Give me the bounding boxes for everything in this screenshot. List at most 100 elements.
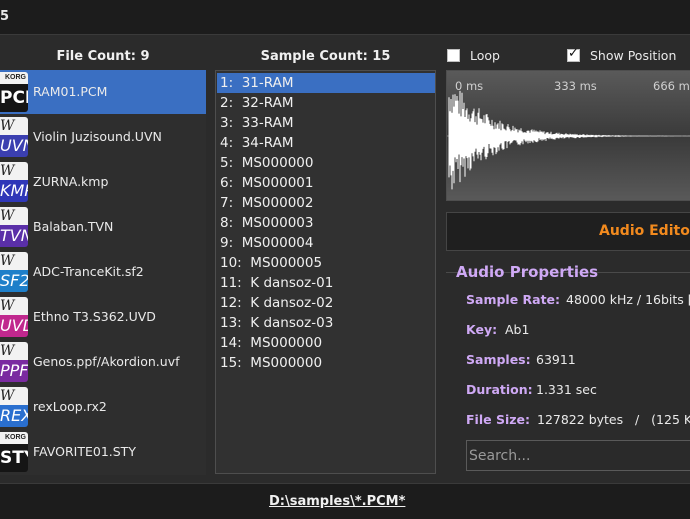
sample-list-item[interactable]: 10: MS000005 bbox=[217, 253, 435, 273]
file-icon-brand: W bbox=[0, 252, 28, 270]
file-name-label: Ethno T3.S362.UVD bbox=[33, 309, 156, 324]
window-title: 5 bbox=[0, 9, 10, 24]
file-name-label: ZURNA.kmp bbox=[33, 174, 109, 189]
file-icon-extension: STY bbox=[0, 444, 28, 472]
sample-list-item[interactable]: 12: K dansoz-02 bbox=[217, 293, 435, 313]
waveform-display[interactable]: 0 ms 333 ms 666 m bbox=[446, 70, 690, 201]
file-type-icon: KORGSTY bbox=[0, 432, 28, 472]
sample-label: 14: MS000000 bbox=[220, 335, 323, 351]
sample-list-item[interactable]: 5: MS000000 bbox=[217, 153, 435, 173]
sample-label: 7: MS000002 bbox=[220, 195, 314, 211]
file-type-icon: W PPF bbox=[0, 342, 28, 382]
file-icon-brand: W bbox=[0, 297, 28, 315]
file-list-item[interactable]: WKMP ZURNA.kmp bbox=[0, 160, 206, 204]
sample-list-item[interactable]: 4: 34-RAM bbox=[217, 133, 435, 153]
sample-label: 10: MS000005 bbox=[220, 255, 323, 271]
file-list-item[interactable]: WTVN Balaban.TVN bbox=[0, 205, 206, 249]
file-list-item[interactable]: W SF2 ADC-TranceKit.sf2 bbox=[0, 250, 206, 294]
file-icon-brand: W bbox=[0, 387, 28, 405]
file-name-label: rexLoop.rx2 bbox=[33, 399, 107, 414]
file-list-item[interactable]: WUVN Violin Juzisound.UVN bbox=[0, 115, 206, 159]
file-name-label: Genos.ppf/Akordion.uvf bbox=[33, 354, 180, 369]
sample-label: 13: K dansoz-03 bbox=[220, 315, 334, 331]
sample-list-item[interactable]: 14: MS000000 bbox=[217, 333, 435, 353]
file-icon-brand: W bbox=[0, 207, 28, 225]
sample-list-item[interactable]: 11: K dansoz-01 bbox=[217, 273, 435, 293]
file-icon-brand: KORG bbox=[0, 72, 28, 84]
status-bar: D:\samples\*.PCM* bbox=[0, 483, 690, 519]
sample-list-item[interactable]: 13: K dansoz-03 bbox=[217, 313, 435, 333]
sample-list-item[interactable]: 2: 32-RAM bbox=[217, 93, 435, 113]
file-type-icon: W SF2 bbox=[0, 252, 28, 292]
sample-label: 15: MS000000 bbox=[220, 355, 323, 371]
key-label: Key: bbox=[466, 322, 498, 337]
file-name-label: ADC-TranceKit.sf2 bbox=[33, 264, 144, 279]
file-icon-extension: SF2 bbox=[0, 270, 28, 292]
sample-label: 3: 33-RAM bbox=[220, 115, 294, 131]
file-icon-extension: REX bbox=[0, 405, 28, 427]
sample-count-header: Sample Count: 15 bbox=[260, 49, 391, 64]
file-icon-brand: W bbox=[0, 162, 28, 180]
samples-label: Samples: bbox=[466, 352, 531, 367]
sample-label: 8: MS000003 bbox=[220, 215, 314, 231]
show-position-checkbox[interactable] bbox=[567, 46, 580, 62]
key-value: Ab1 bbox=[505, 322, 530, 337]
audio-editor-label: Audio Edito bbox=[599, 223, 690, 239]
show-position-label[interactable]: Show Position bbox=[590, 49, 676, 63]
sample-list-item[interactable]: 6: MS000001 bbox=[217, 173, 435, 193]
file-type-icon: WTVN bbox=[0, 207, 28, 247]
sample-label: 11: K dansoz-01 bbox=[220, 275, 334, 291]
waveform-tick-label: 0 ms bbox=[455, 79, 484, 93]
file-type-icon: KORGPCM bbox=[0, 72, 28, 112]
file-icon-extension: UVN bbox=[0, 135, 28, 157]
sample-rate-label: Sample Rate: bbox=[466, 292, 561, 307]
file-name-label: RAM01.PCM bbox=[33, 84, 108, 99]
file-count-header: File Count: 9 bbox=[56, 49, 150, 64]
file-icon-extension: PPF bbox=[0, 360, 28, 382]
file-name-label: Balaban.TVN bbox=[33, 219, 114, 234]
file-type-icon: WKMP bbox=[0, 162, 28, 202]
file-list-item[interactable]: KORGPCM RAM01.PCM bbox=[0, 70, 206, 114]
folder-path-link[interactable]: D:\samples\*.PCM* bbox=[269, 494, 405, 509]
search-input[interactable] bbox=[466, 440, 690, 471]
file-list[interactable]: KORGPCMRAM01.PCMWUVNViolin Juzisound.UVN… bbox=[0, 70, 206, 475]
file-name-label: FAVORITE01.STY bbox=[33, 444, 136, 459]
sample-list[interactable]: 1: 31-RAM 2: 32-RAM 3: 33-RAM 4: 34-RAM 5: M… bbox=[215, 70, 436, 474]
file-icon-brand: W bbox=[0, 342, 28, 360]
sample-label: 2: 32-RAM bbox=[220, 95, 294, 111]
audio-properties-title: Audio Properties bbox=[456, 263, 599, 281]
duration-label: Duration: bbox=[466, 382, 533, 397]
audio-editor-button[interactable]: Audio Edito bbox=[446, 212, 690, 251]
duration-value: 1.331 sec bbox=[536, 382, 597, 397]
file-list-item[interactable]: WUVD Ethno T3.S362.UVD bbox=[0, 295, 206, 339]
sample-label: 12: K dansoz-02 bbox=[220, 295, 334, 311]
file-icon-extension: PCM bbox=[0, 84, 28, 112]
sample-list-item[interactable]: 15: MS000000 bbox=[217, 353, 435, 373]
sample-list-item[interactable]: 1: 31-RAM bbox=[217, 73, 435, 93]
loop-checkbox[interactable] bbox=[447, 49, 460, 62]
samples-value: 63911 bbox=[536, 352, 576, 367]
loop-label[interactable]: Loop bbox=[470, 49, 500, 63]
file-type-icon: WREX bbox=[0, 387, 28, 427]
sample-list-item[interactable]: 3: 33-RAM bbox=[217, 113, 435, 133]
title-bar: 5 bbox=[0, 0, 690, 35]
sample-label: 5: MS000000 bbox=[220, 155, 314, 171]
file-list-item[interactable]: KORGSTY FAVORITE01.STY bbox=[0, 430, 206, 474]
file-icon-brand: KORG bbox=[0, 432, 28, 444]
sample-list-item[interactable]: 8: MS000003 bbox=[217, 213, 435, 233]
sample-list-item[interactable]: 9: MS000004 bbox=[217, 233, 435, 253]
sample-label: 6: MS000001 bbox=[220, 175, 314, 191]
file-list-item[interactable]: WREX rexLoop.rx2 bbox=[0, 385, 206, 429]
sample-rate-value: 48000 kHz / 16bits [r bbox=[566, 292, 690, 307]
file-size-label: File Size: bbox=[466, 412, 530, 427]
sample-label: 9: MS000004 bbox=[220, 235, 314, 251]
file-icon-brand: W bbox=[0, 117, 28, 135]
sample-label: 4: 34-RAM bbox=[220, 135, 294, 151]
file-icon-extension: TVN bbox=[0, 225, 28, 247]
file-size-value: 127822 bytes / (125 KB bbox=[537, 412, 690, 427]
sample-list-item[interactable]: 7: MS000002 bbox=[217, 193, 435, 213]
file-list-item[interactable]: W PPF Genos.ppf/Akordion.uvf bbox=[0, 340, 206, 384]
file-name-label: Violin Juzisound.UVN bbox=[33, 129, 162, 144]
file-icon-extension: KMP bbox=[0, 180, 28, 202]
waveform-tick-label: 666 m bbox=[653, 79, 690, 93]
